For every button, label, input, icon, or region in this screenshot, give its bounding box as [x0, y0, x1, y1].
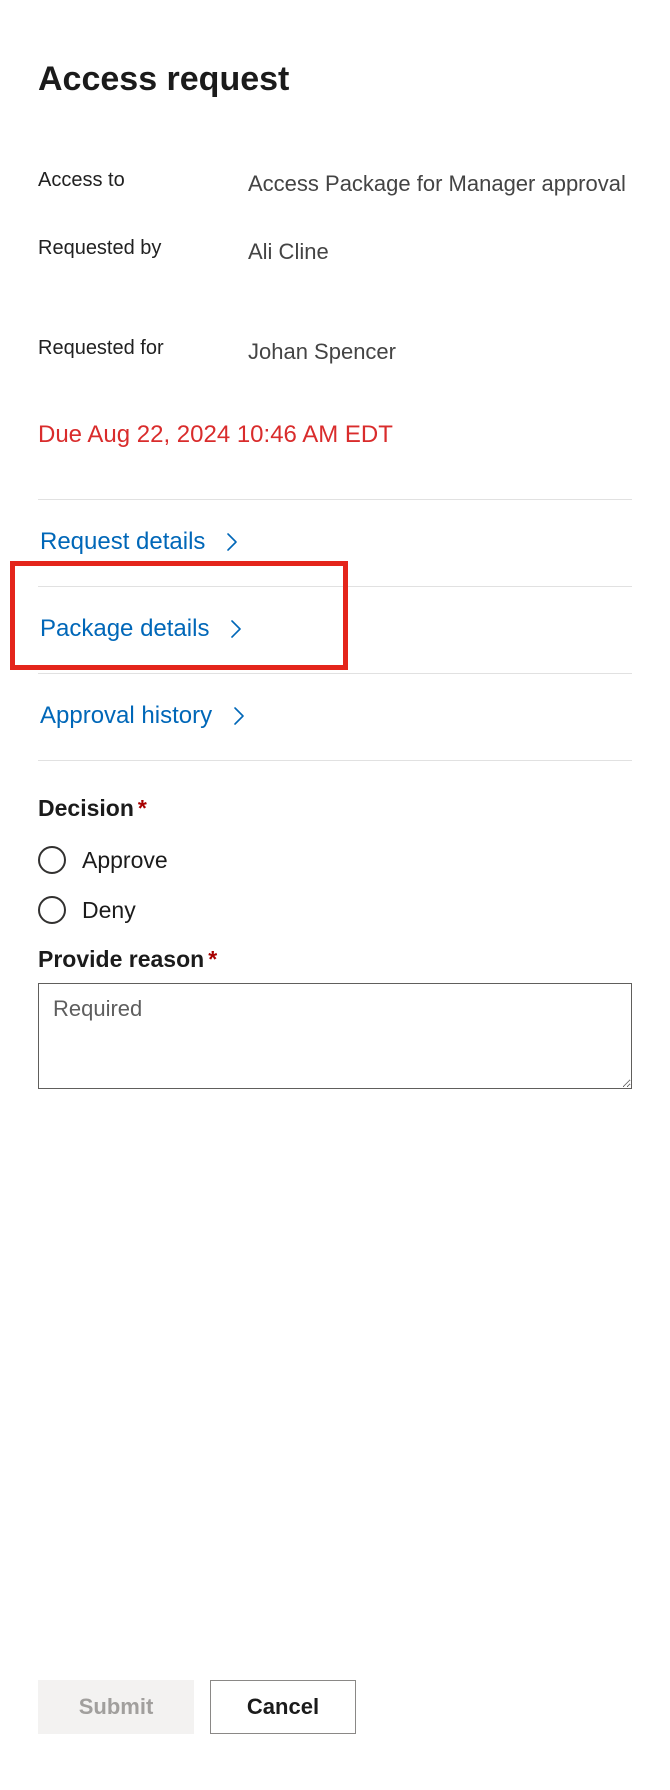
chevron-right-icon	[223, 530, 241, 554]
package-details-label: Package details	[40, 615, 209, 643]
decision-label-text: Decision	[38, 795, 134, 821]
meta-requested-by-row: Requested by Ali Cline	[38, 237, 632, 265]
requested-for-value: Johan Spencer	[248, 337, 632, 365]
required-star-icon: *	[208, 946, 217, 972]
access-to-label: Access to	[38, 169, 248, 192]
requested-by-value: Ali Cline	[248, 237, 632, 265]
package-details-row[interactable]: Package details	[38, 587, 632, 674]
decision-label: Decision*	[38, 795, 632, 822]
approval-history-label: Approval history	[40, 702, 212, 730]
reason-label-text: Provide reason	[38, 946, 204, 972]
decision-section: Decision* Approve Deny Provide reason*	[38, 795, 632, 1094]
approve-label: Approve	[82, 847, 168, 874]
meta-requested-for-row: Requested for Johan Spencer	[38, 337, 632, 365]
page-title: Access request	[38, 60, 632, 99]
accordion: Request details Package details Approval…	[38, 499, 632, 761]
requested-by-label: Requested by	[38, 237, 248, 260]
footer-actions: Submit Cancel	[38, 1680, 356, 1734]
deny-label: Deny	[82, 897, 136, 924]
required-star-icon: *	[138, 795, 147, 821]
requested-for-label: Requested for	[38, 337, 248, 360]
due-date: Due Aug 22, 2024 10:46 AM EDT	[38, 421, 632, 449]
access-to-value: Access Package for Manager approval	[248, 169, 632, 197]
submit-button[interactable]: Submit	[38, 1680, 194, 1734]
cancel-button[interactable]: Cancel	[210, 1680, 356, 1734]
request-details-label: Request details	[40, 528, 205, 556]
reason-label: Provide reason*	[38, 946, 632, 973]
chevron-right-icon	[227, 617, 245, 641]
approve-radio[interactable]: Approve	[38, 846, 632, 874]
approval-history-row[interactable]: Approval history	[38, 674, 632, 761]
radio-circle-icon	[38, 846, 66, 874]
radio-circle-icon	[38, 896, 66, 924]
deny-radio[interactable]: Deny	[38, 896, 632, 924]
request-details-row[interactable]: Request details	[38, 500, 632, 587]
chevron-right-icon	[230, 704, 248, 728]
meta-access-to-row: Access to Access Package for Manager app…	[38, 169, 632, 197]
reason-input[interactable]	[38, 983, 632, 1089]
